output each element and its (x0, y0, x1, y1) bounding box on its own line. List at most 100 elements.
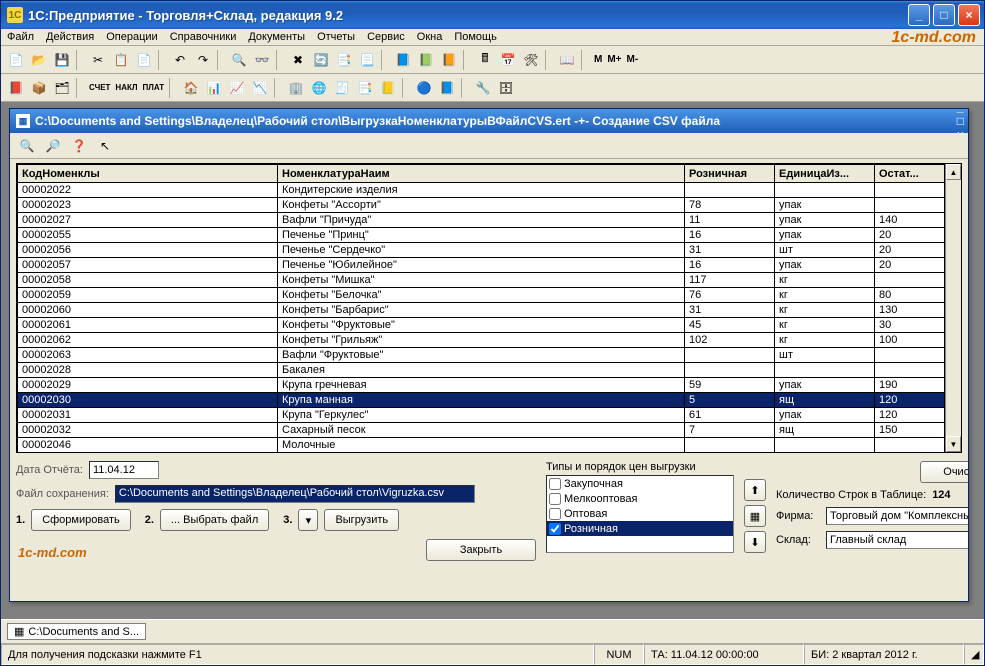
tb2-9-icon[interactable]: 🌐 (308, 77, 330, 99)
table-row[interactable]: 00002057Печенье "Юбилейное"16упак20 (18, 258, 945, 273)
prices-list[interactable]: ЗакупочнаяМелкооптоваяОптоваяРозничная (546, 475, 734, 553)
tb2-15-icon[interactable]: 🔧 (472, 77, 494, 99)
menu-help[interactable]: Помощь (454, 31, 497, 43)
child-maximize-button[interactable]: □ (957, 114, 964, 128)
tb2-plat-icon[interactable]: ПЛАТ (140, 83, 166, 92)
date-input[interactable] (89, 461, 159, 479)
table-row[interactable]: 00002060Конфеты "Барбарис"31кг130 (18, 303, 945, 318)
data-grid[interactable]: КодНоменклыНоменклатураНаимРозничнаяЕдин… (17, 164, 945, 452)
new-icon[interactable]: 📄 (5, 49, 27, 71)
calc-icon[interactable]: 🖩 (474, 49, 496, 71)
price-type-checkbox[interactable] (549, 523, 561, 535)
doc3-icon[interactable]: 📙 (438, 49, 460, 71)
table-row[interactable]: 00002027Вафли "Причуда"11упак140 (18, 213, 945, 228)
table-row[interactable]: 00002030Крупа манная5ящ120 (18, 393, 945, 408)
menu-file[interactable]: Файл (7, 31, 34, 43)
tb2-nakl-icon[interactable]: НАКЛ (113, 83, 139, 92)
price-type-item[interactable]: Закупочная (547, 476, 733, 491)
scroll-up-icon[interactable]: ▲ (946, 164, 961, 180)
price-type-item[interactable]: Оптовая (547, 506, 733, 521)
find-icon[interactable]: 🔍 (228, 49, 250, 71)
tb2-8-icon[interactable]: 🏢 (285, 77, 307, 99)
menu-operations[interactable]: Операции (106, 31, 157, 43)
undo-icon[interactable]: ↶ (169, 49, 191, 71)
menu-documents[interactable]: Документы (248, 31, 305, 43)
close-button[interactable]: × (958, 4, 980, 26)
child-minimize-button[interactable]: _ (957, 102, 964, 114)
del-icon[interactable]: ✖ (287, 49, 309, 71)
binoculars-icon[interactable]: 👓 (251, 49, 273, 71)
price-type-item[interactable]: Розничная (547, 521, 733, 536)
tb2-13-icon[interactable]: 🔵 (413, 77, 435, 99)
move-up-button[interactable]: ⬆ (744, 479, 766, 501)
table-row[interactable]: 00002062Конфеты "Грильяж"102кг100 (18, 333, 945, 348)
scale-m[interactable]: M (592, 54, 604, 65)
tb2-6-icon[interactable]: 📈 (226, 77, 248, 99)
menu-service[interactable]: Сервис (367, 31, 405, 43)
tb2-2-icon[interactable]: 📦 (28, 77, 50, 99)
ct-3-icon[interactable]: ❓ (68, 135, 90, 157)
table-row[interactable]: 00002046Молочные (18, 438, 945, 453)
table-row[interactable]: 00002063Вафли "Фруктовые"шт (18, 348, 945, 363)
price-type-checkbox[interactable] (549, 493, 561, 505)
maximize-button[interactable]: □ (933, 4, 955, 26)
menu-actions[interactable]: Действия (46, 31, 94, 43)
ct-2-icon[interactable]: 🔎 (42, 135, 64, 157)
toggle-button[interactable]: ▦ (744, 505, 766, 527)
table-row[interactable]: 00002059Конфеты "Белочка"76кг80 (18, 288, 945, 303)
copy-icon[interactable]: 📋 (110, 49, 132, 71)
table-row[interactable]: 00002028Бакалея (18, 363, 945, 378)
tb2-3-icon[interactable]: 🗂 (51, 77, 73, 99)
ct-4-icon[interactable]: ↖ (94, 135, 116, 157)
minimize-button[interactable]: _ (908, 4, 930, 26)
tool-icon[interactable]: 🛠 (520, 49, 542, 71)
menu-catalogs[interactable]: Справочники (170, 31, 237, 43)
tb2-10-icon[interactable]: 🧾 (331, 77, 353, 99)
table-row[interactable]: 00002056Печенье "Сердечко"31шт20 (18, 243, 945, 258)
scroll-thumb[interactable] (946, 180, 961, 436)
price-type-checkbox[interactable] (549, 478, 561, 490)
clear-table-button[interactable]: Очистить Таблицу (920, 461, 968, 483)
tb2-1-icon[interactable]: 📕 (5, 77, 27, 99)
column-header[interactable]: Розничная (685, 165, 775, 183)
menu-windows[interactable]: Окна (417, 31, 443, 43)
task-item[interactable]: ▦ C:\Documents and S... (7, 623, 146, 640)
tb2-schet-icon[interactable]: СЧЕТ (87, 83, 112, 92)
refresh-icon[interactable]: 🔄 (310, 49, 332, 71)
move-down-button[interactable]: ⬇ (744, 531, 766, 553)
file-input[interactable]: C:\Documents and Settings\Владелец\Рабоч… (115, 485, 475, 503)
open-icon[interactable]: 📂 (28, 49, 50, 71)
tb2-7-icon[interactable]: 📉 (249, 77, 271, 99)
column-header[interactable]: ЕдиницаИз... (775, 165, 875, 183)
ct-1-icon[interactable]: 🔍 (16, 135, 38, 157)
doc2-icon[interactable]: 📗 (415, 49, 437, 71)
help-icon[interactable]: 📖 (556, 49, 578, 71)
column-header[interactable]: НоменклатураНаим (278, 165, 685, 183)
redo-icon[interactable]: ↷ (192, 49, 214, 71)
save-icon[interactable]: 💾 (51, 49, 73, 71)
table-row[interactable]: 00002061Конфеты "Фруктовые"45кг30 (18, 318, 945, 333)
table-row[interactable]: 00002029Крупа гречневая59упак190 (18, 378, 945, 393)
column-header[interactable]: КодНоменклы (18, 165, 278, 183)
scroll-down-icon[interactable]: ▼ (946, 436, 961, 452)
price-type-checkbox[interactable] (549, 508, 561, 520)
tb2-4-icon[interactable]: 🏠 (180, 77, 202, 99)
scrollbar[interactable]: ▲ ▼ (945, 164, 961, 452)
table-row[interactable]: 00002032Сахарный песок7ящ150 (18, 423, 945, 438)
table-row[interactable]: 00002022Кондитерские изделия (18, 183, 945, 198)
tb2-5-icon[interactable]: 📊 (203, 77, 225, 99)
firm-input[interactable]: Торговый дом "Комплексный" (826, 507, 968, 525)
table-row[interactable]: 00002055Печенье "Принц"16упак20 (18, 228, 945, 243)
tb2-14-icon[interactable]: 📘 (436, 77, 458, 99)
pick-file-button[interactable]: ... Выбрать файл (160, 509, 269, 531)
drop-button[interactable]: ▾ (298, 509, 318, 531)
export-button[interactable]: Выгрузить (324, 509, 399, 531)
tb2-11-icon[interactable]: 📑 (354, 77, 376, 99)
tb2-16-icon[interactable]: 🗄 (495, 77, 517, 99)
cut-icon[interactable]: ✂ (87, 49, 109, 71)
doc1-icon[interactable]: 📘 (392, 49, 414, 71)
calendar-icon[interactable]: 📅 (497, 49, 519, 71)
scale-mminus[interactable]: M- (625, 54, 641, 65)
form-button[interactable]: Сформировать (31, 509, 131, 531)
props-icon[interactable]: 📑 (333, 49, 355, 71)
